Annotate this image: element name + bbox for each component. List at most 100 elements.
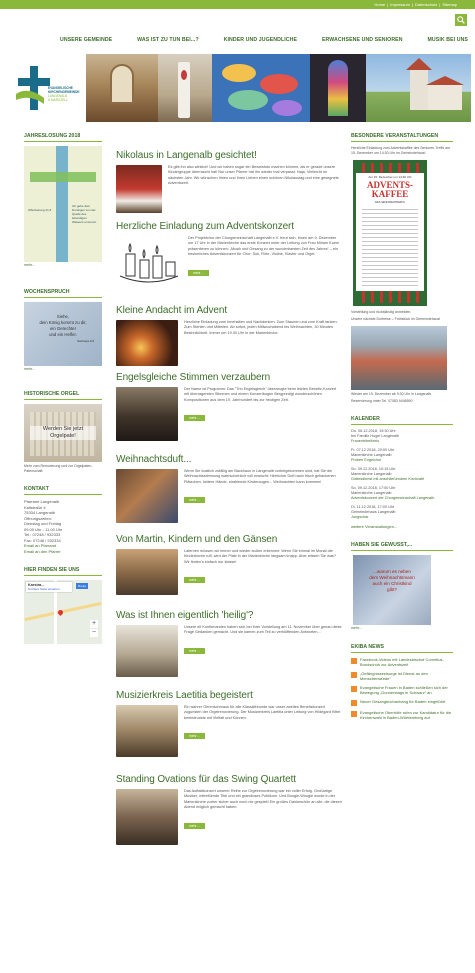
news-item[interactable]: Neuer Gesangbuchanhang für Baden eingefü… [351,699,453,706]
search-button[interactable] [455,14,467,26]
left-sidebar: JAHRESLOSUNG 2018 Ich gebe dem Durstigen… [24,133,102,644]
adventskaffee-poster[interactable]: Am 15. Dezember um 14:30 Uhr ADVENTS- KA… [353,160,427,306]
rss-icon [351,686,357,692]
article-image[interactable] [116,469,178,523]
search-icon [457,16,465,24]
church-interior-photo [86,54,158,122]
map-widget[interactable]: Karstra... Größere Karte ansehen Route +… [24,580,102,644]
article-nikolaus: Nikolaus in Langenalb gesichtet! Es gibt… [116,150,342,213]
more-button[interactable]: mehr ... [184,577,206,584]
home-link[interactable]: Home [374,2,385,7]
zoom-out-button[interactable]: − [90,629,98,637]
rss-icon [351,711,357,717]
fish-mosaic-photo [212,54,310,122]
impressum-link[interactable]: Impressum [390,2,410,7]
article-image[interactable] [116,789,178,845]
article-title[interactable]: Engelsgleiche Stimmen verzaubern [116,372,342,383]
news-item[interactable]: „Gefängnisseelsorge ist Dienst an den Me… [351,671,453,681]
article-image[interactable] [116,625,178,677]
zoom-in-button[interactable]: + [90,620,98,628]
article-image[interactable] [116,549,178,595]
advent-candles-icon [119,242,179,283]
article-title[interactable]: Von Martin, Kindern und den Gänsen [116,534,342,545]
map-larger-link[interactable]: Größere Karte ansehen [28,587,70,591]
article-title[interactable]: Was ist Ihnen eigentlich 'heilig'? [116,610,342,621]
article-text: Der Projektchor der Chorgemeinschaft Lan… [188,236,340,257]
veranstaltungen-text: Wieder am 19. Dezember ab 9:30 Uhr in La… [351,392,433,396]
separator: | [411,2,414,7]
article-text: Der Name ist Programm: Das "Trio Engelsg… [184,387,337,402]
kalender-event[interactable]: So. 09.12.2018, 17:00 Uhr Marienkirche La… [351,486,453,501]
article-text: Unsere elf Konfirmanden haben sich bei I… [184,625,342,635]
header-banner: EVANGELISCHE KIRCHENGEMEINDE LANGENALB &… [8,54,471,122]
article-title[interactable]: Weihnachtsduft... [116,454,342,465]
fruehstueck-photo[interactable] [351,326,447,390]
more-button[interactable]: mehr ... [184,822,206,829]
news-title: Evangelische Oberhöfe rufen zur Kandidat… [360,710,452,720]
more-button[interactable]: mehr ... [188,269,210,276]
article-image[interactable] [116,320,178,366]
logo[interactable]: EVANGELISCHE KIRCHENGEMEINDE LANGENALB &… [8,54,86,122]
wochenspruch-box: Siehe, dein König kommt zu dir, ein Gere… [24,302,102,366]
candles-image[interactable] [116,236,182,288]
nav-kinder-jugendliche[interactable]: KINDER UND JUGENDLICHE [224,37,297,47]
article-title[interactable]: Kleine Andacht im Advent [116,305,342,316]
nav-musik[interactable]: MUSIK BEI UNS [428,37,469,47]
event-title: Jungschar [351,515,369,519]
article-image[interactable] [116,165,162,213]
weitere-veranstaltungen-link[interactable]: weitere Veranstaltungen... [351,524,453,530]
event-title: Adventskonzert der Chorgemeinschaft Lang… [351,496,435,500]
map-route-button[interactable]: Route [76,583,89,589]
more-button[interactable]: mehr ... [184,733,206,740]
orgel-overlay-line: Werden Sie jetzt [42,426,84,432]
article-swing: Standing Ovations für das Swing Quartett… [116,774,342,845]
article-title[interactable]: Herzliche Einladung zum Adventskonzert [116,221,342,232]
kalender-event[interactable]: So. 09.12.2018, 10:15 Uhr Marienkirche La… [351,467,453,482]
news-item[interactable]: Facebook-Videos mit Landesbischof Cornel… [351,657,453,667]
article-title[interactable]: Standing Ovations für das Swing Quartett [116,774,342,785]
kalender-event[interactable]: Do. 06.12.2018, 19:30 Uhr bei Familie Hug… [351,429,453,444]
orgel-overlay-line: Orgelpate! [50,433,76,439]
article-text: Es gibt ihn also wirklich! Und wir haben… [168,165,339,186]
veranstaltungen-text: Reservierung unter Tel. 07083 9446590 [351,399,413,403]
news-item[interactable]: Evangelische Frauen in Baden schließen s… [351,685,453,695]
datenschutz-link[interactable]: Datenschutz [415,2,437,7]
article-text: Ein wahrer Ohrenschmaus für alle Klassik… [184,705,341,720]
news-item[interactable]: Evangelische Oberhöfe rufen zur Kandidat… [351,710,453,720]
nav-erwachsene-senioren[interactable]: ERWACHSENE UND SENIOREN [322,37,403,47]
more-button[interactable]: mehr ... [184,497,206,504]
nav-unsere-gemeinde[interactable]: UNSERE GEMEINDE [60,37,112,47]
wochenspruch-heading: WOCHENSPRUCH [24,289,102,298]
sitemap-link[interactable]: Sitemap [442,2,457,7]
more-button[interactable]: mehr ... [184,647,206,654]
article-title[interactable]: Nikolaus in Langenalb gesichtet! [116,150,342,161]
gewusst-more-link[interactable]: mehr... [351,626,453,630]
gewusst-image[interactable]: ...warum es neben dem Weihnachtsmann auc… [353,555,431,625]
kalender-event[interactable]: Di. 11.12.2018, 17:00 Uhr Gemeindehaus La… [351,505,453,520]
article-image[interactable] [116,387,178,441]
veranstaltungen-heading: BESONDERE VERANSTALTUNGEN [351,133,453,142]
jahreslosung-text: Ich gebe dem Durstigen von der Quelle de… [72,204,97,224]
jahreslosung-image[interactable]: Ich gebe dem Durstigen von der Quelle de… [24,146,102,262]
article-title[interactable]: Musizierkreis Laetitia begeistert [116,690,342,701]
email-pfarrer-link[interactable]: Email an den Pfarrer [24,549,102,555]
article-text: Das Auftaktkonzert unserer Reihe zur Org… [184,789,342,810]
poster-subtitle: DES SENIORENTREFFS [375,201,405,204]
rss-icon [351,672,357,678]
orgel-image[interactable]: Werden Sie jetzt Orgelpate! [24,404,102,462]
article-image[interactable] [116,705,178,757]
article-laetitia: Musizierkreis Laetitia begeistert Ein wa… [116,690,342,757]
wochenspruch-more-link[interactable]: mehr... [24,367,102,371]
jahreslosung-ref: Offenbarung 21,6 [28,208,52,212]
poster-date: Am 15. Dezember um 14:30 Uhr [368,175,412,179]
news-title: Neuer Gesangbuchanhang für Baden eingefü… [360,699,446,704]
more-button[interactable]: mehr ... [184,415,206,422]
news-title: Evangelische Frauen in Baden schließen s… [360,685,448,695]
church-exterior-photo [366,54,471,122]
wochenspruch-ref: Sacharja 9,9 [77,339,94,343]
jahreslosung-more-link[interactable]: mehr... [24,263,102,267]
news-title: Facebook-Videos mit Landesbischof Cornel… [360,657,444,667]
kalender-event[interactable]: Fr. 07.12.2018, 20:00 Uhr Marienkirche La… [351,448,453,463]
nav-was-ist-zu-tun[interactable]: WAS IST ZU TUN BEI...? [137,37,199,47]
church-detail-photo [158,54,212,122]
